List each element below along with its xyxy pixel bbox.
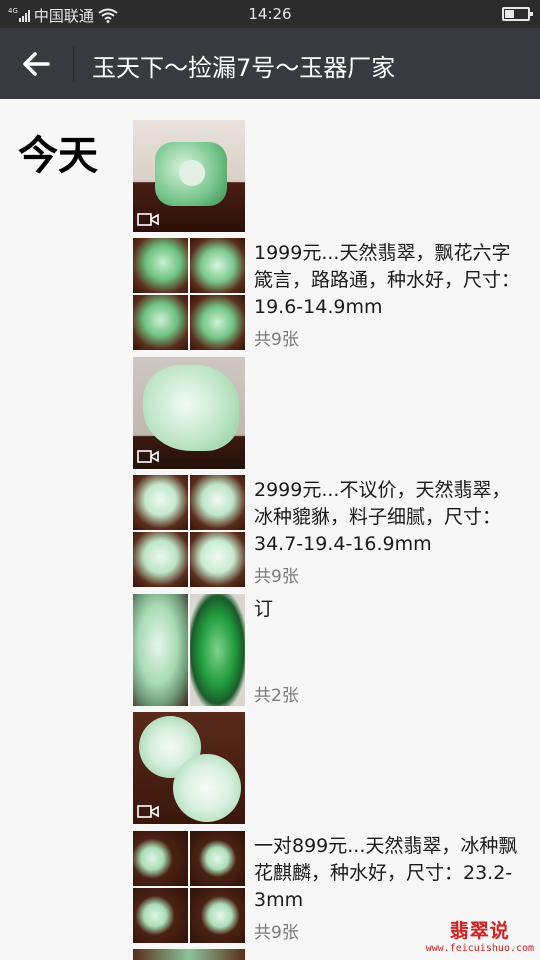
- post-item[interactable]: [133, 712, 533, 824]
- video-camera-icon: [137, 213, 159, 226]
- video-camera-icon: [137, 450, 159, 463]
- post-text: 订: [254, 598, 274, 620]
- moments-feed[interactable]: 今天 1999元...天然翡翠，飘花六字箴言，路路通，种水好，尺寸：19.6-1…: [0, 99, 540, 960]
- post-item[interactable]: [133, 120, 533, 232]
- arrow-left-icon: [23, 52, 50, 76]
- post-text: 1999元...天然翡翠，飘花六字箴言，路路通，种水好，尺寸：19.6-14.9…: [254, 242, 521, 318]
- photo-grid[interactable]: [133, 238, 245, 350]
- battery-icon: [502, 7, 533, 21]
- post-text: 2999元...不议价，天然翡翠，冰种貔貅，料子细腻，尺寸：34.7-19.4-…: [254, 479, 511, 555]
- title-bar: 玉天下～捡漏7号～玉器厂家: [0, 28, 540, 99]
- watermark: 翡翠说 www.feicuishuo.com: [426, 916, 534, 954]
- video-thumbnail[interactable]: [133, 712, 245, 824]
- video-thumbnail[interactable]: [133, 357, 245, 469]
- photo-count: 共2张: [254, 686, 299, 706]
- photo-grid[interactable]: [133, 831, 245, 943]
- back-button[interactable]: [14, 44, 58, 84]
- watermark-logo: 翡翠说: [449, 920, 510, 942]
- photo-grid[interactable]: [133, 594, 245, 706]
- video-camera-icon: [137, 805, 159, 818]
- watermark-url: www.feicuishuo.com: [425, 943, 534, 954]
- page-title: 玉天下～捡漏7号～玉器厂家: [92, 54, 396, 82]
- status-right: [502, 7, 533, 21]
- date-label: 今天: [18, 133, 98, 179]
- photo-grid[interactable]: [133, 949, 245, 960]
- title-divider: [73, 46, 74, 82]
- photo-count: 共9张: [254, 567, 299, 587]
- photo-count: 共9张: [254, 923, 299, 943]
- battery-level: [505, 10, 514, 18]
- post-item[interactable]: 订 共2张: [133, 594, 533, 706]
- post-item[interactable]: 2999元...不议价，天然翡翠，冰种貔貅，料子细腻，尺寸：34.7-19.4-…: [133, 475, 533, 587]
- photo-count: 共9张: [254, 330, 299, 350]
- post-item[interactable]: 1999元...天然翡翠，飘花六字箴言，路路通，种水好，尺寸：19.6-14.9…: [133, 238, 533, 350]
- clock: 14:26: [248, 5, 292, 23]
- post-item[interactable]: [133, 357, 533, 469]
- photo-grid[interactable]: [133, 475, 245, 587]
- post-text: 一对899元...天然翡翠，冰种飘花麒麟，种水好，尺寸：23.2-3mm: [254, 835, 518, 911]
- video-thumbnail[interactable]: [133, 120, 245, 232]
- status-bar: 4G 中国联通 14:26: [0, 0, 540, 28]
